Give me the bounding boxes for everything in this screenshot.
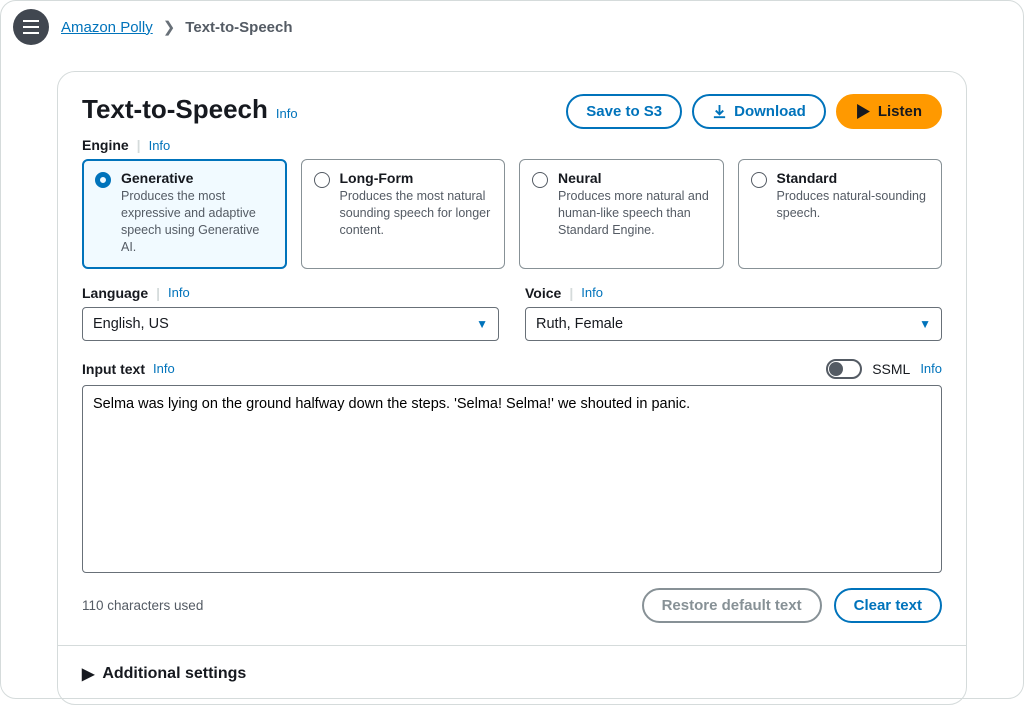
ssml-info-link[interactable]: Info [920, 361, 942, 376]
engine-title: Neural [558, 170, 711, 186]
char-count: 110 characters used [82, 598, 203, 613]
download-button[interactable]: Download [692, 94, 826, 129]
save-to-s3-button[interactable]: Save to S3 [566, 94, 682, 129]
engine-title: Long-Form [340, 170, 493, 186]
voice-value: Ruth, Female [536, 316, 623, 332]
engine-label: Engine [82, 137, 129, 153]
download-icon [712, 104, 727, 119]
engine-desc: Produces the most expressive and adaptiv… [121, 188, 274, 256]
language-value: English, US [93, 316, 169, 332]
radio-icon [751, 172, 767, 188]
voice-info-link[interactable]: Info [581, 285, 603, 300]
restore-default-button[interactable]: Restore default text [642, 588, 822, 623]
engine-title: Generative [121, 170, 274, 186]
engine-desc: Produces natural-sounding speech. [777, 188, 930, 222]
additional-settings-label: Additional settings [102, 665, 246, 683]
engine-info-link[interactable]: Info [149, 138, 171, 153]
chevron-right-icon: ❯ [163, 18, 176, 36]
toggle-knob [829, 362, 843, 376]
input-text-area[interactable] [82, 385, 942, 573]
ssml-label: SSML [872, 361, 910, 377]
breadcrumb-current: Text-to-Speech [185, 19, 292, 36]
engine-option-generative[interactable]: Generative Produces the most expressive … [82, 159, 287, 269]
engine-option-neural[interactable]: Neural Produces more natural and human-l… [519, 159, 724, 269]
download-label: Download [734, 103, 806, 120]
hamburger-icon [23, 20, 39, 34]
input-text-label: Input text [82, 361, 145, 377]
engine-title: Standard [777, 170, 930, 186]
engine-option-standard[interactable]: Standard Produces natural-sounding speec… [738, 159, 943, 269]
restore-label: Restore default text [662, 597, 802, 614]
additional-settings-expander[interactable]: ▶ Additional settings [82, 646, 942, 684]
engine-desc: Produces more natural and human-like spe… [558, 188, 711, 239]
radio-icon [95, 172, 111, 188]
radio-icon [314, 172, 330, 188]
input-text-info-link[interactable]: Info [153, 361, 175, 376]
page-title: Text-to-Speech [82, 94, 268, 125]
clear-label: Clear text [854, 597, 922, 614]
ssml-toggle[interactable] [826, 359, 862, 379]
listen-button[interactable]: Listen [836, 94, 942, 129]
voice-label: Voice [525, 285, 561, 301]
caret-down-icon: ▼ [476, 317, 488, 331]
language-label: Language [82, 285, 148, 301]
language-info-link[interactable]: Info [168, 285, 190, 300]
voice-select[interactable]: Ruth, Female ▼ [525, 307, 942, 341]
title-info-link[interactable]: Info [276, 106, 298, 121]
clear-text-button[interactable]: Clear text [834, 588, 942, 623]
save-label: Save to S3 [586, 103, 662, 120]
main-panel: Text-to-Speech Info Save to S3 Download … [57, 71, 967, 705]
engine-desc: Produces the most natural sounding speec… [340, 188, 493, 239]
radio-icon [532, 172, 548, 188]
listen-label: Listen [878, 103, 922, 120]
menu-button[interactable] [13, 9, 49, 45]
triangle-right-icon: ▶ [82, 664, 94, 684]
engine-option-longform[interactable]: Long-Form Produces the most natural soun… [301, 159, 506, 269]
caret-down-icon: ▼ [919, 317, 931, 331]
play-icon [856, 104, 871, 119]
breadcrumb-root-link[interactable]: Amazon Polly [61, 19, 153, 36]
language-select[interactable]: English, US ▼ [82, 307, 499, 341]
breadcrumb: Amazon Polly ❯ Text-to-Speech [61, 18, 293, 36]
